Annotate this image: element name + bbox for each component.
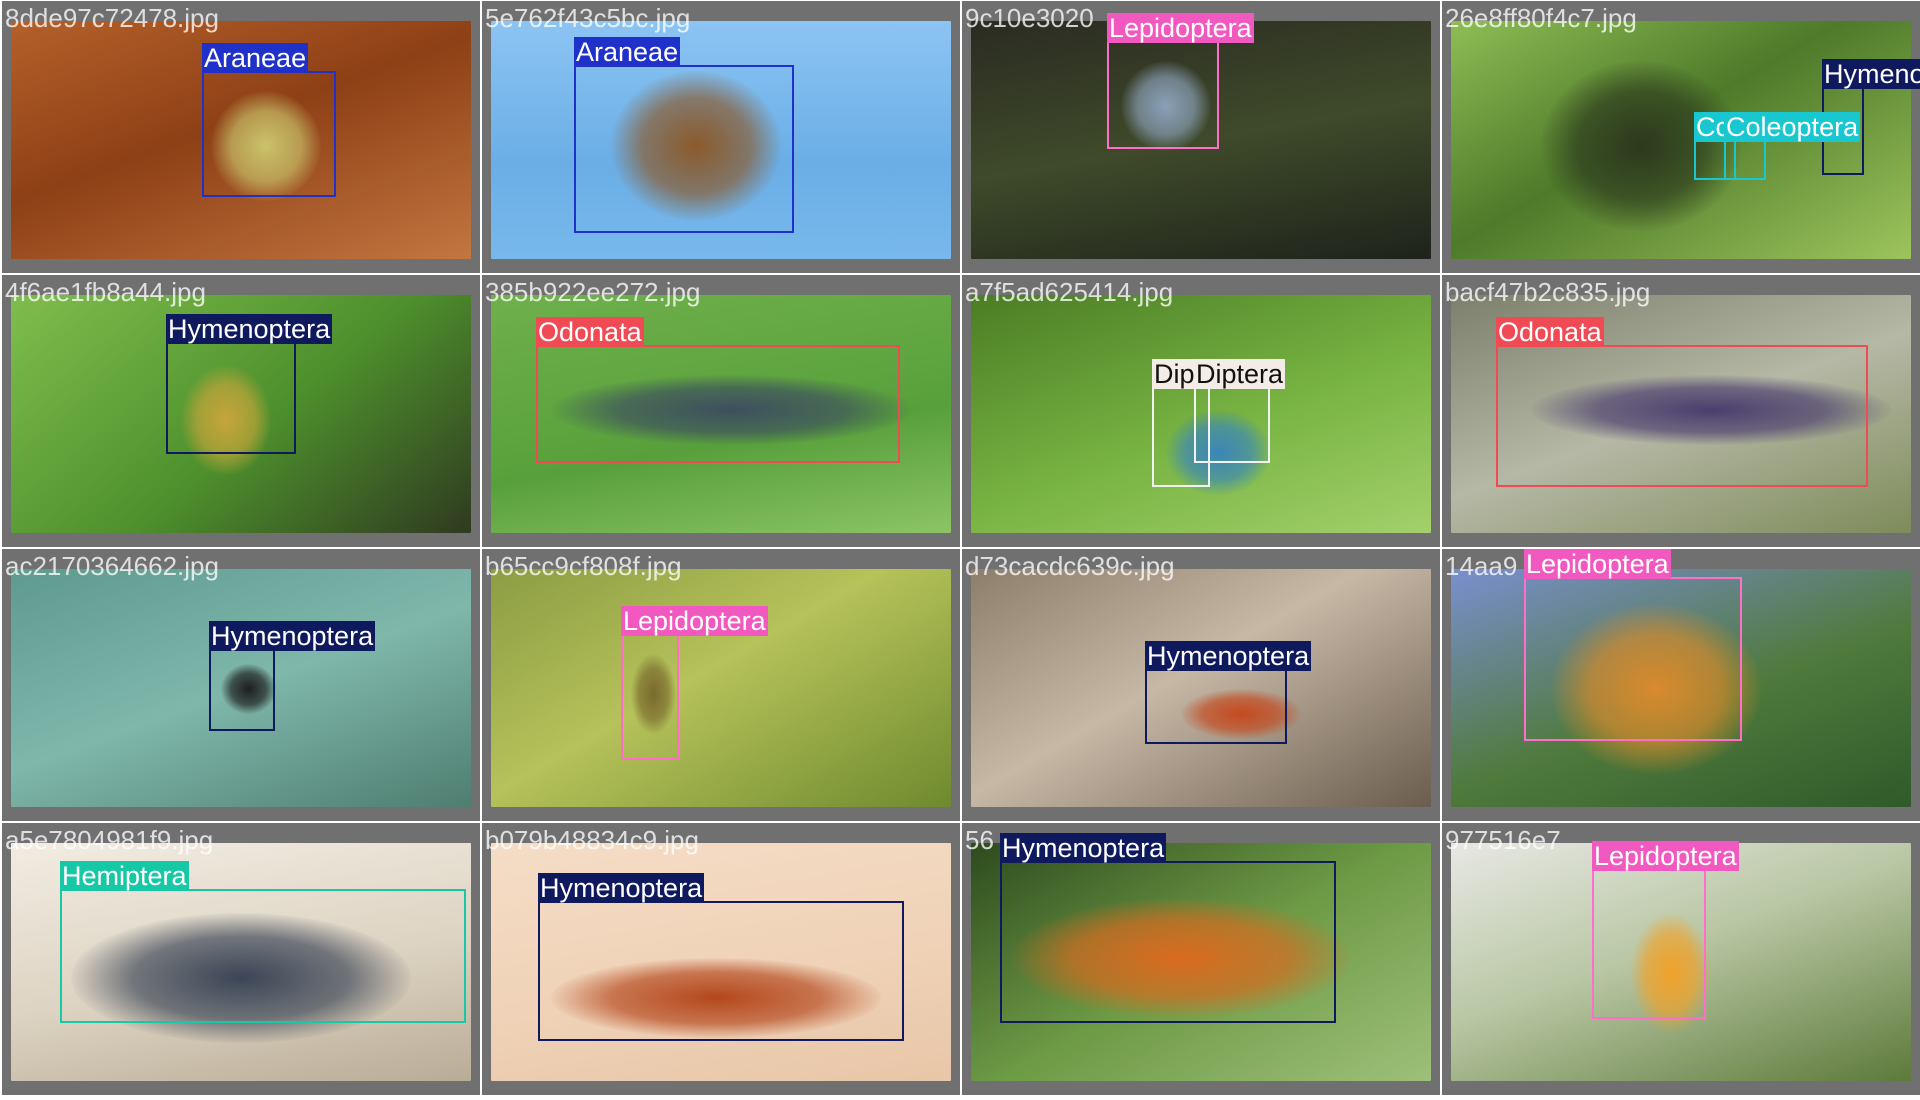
filename-label: a5e7804981f9.jpg	[5, 825, 214, 855]
class-label: Hymenoptera	[209, 621, 376, 651]
bounding-box: Hymenoptera	[209, 621, 376, 731]
filename-label: d73cacdc639c.jpg	[965, 551, 1175, 581]
class-label: Hemiptera	[60, 861, 189, 891]
image-tile[interactable]: a5e7804981f9.jpg Hemiptera	[2, 823, 480, 1095]
bounding-box: Odonata	[536, 317, 900, 463]
class-label: Hymenoptera	[1145, 641, 1312, 671]
filename-label: 4f6ae1fb8a44.jpg	[5, 277, 206, 307]
filename-label: b079b48834c9.jpg	[485, 825, 699, 855]
image-tile[interactable]: b079b48834c9.jpg Hymenoptera	[482, 823, 960, 1095]
bounding-box: Odonata	[1496, 317, 1868, 487]
image-tile[interactable]: a7f5ad625414.jpg Dip Diptera	[962, 275, 1440, 547]
filename-label: a7f5ad625414.jpg	[965, 277, 1174, 307]
image-tile[interactable]: 56 Hymenoptera	[962, 823, 1440, 1095]
class-label: Lepidoptera	[621, 606, 768, 636]
detection-grid: 8dde97c72478.jpg Araneae 5e762f43c5bc.jpg A…	[0, 0, 1920, 1100]
bounding-box: Araneae	[202, 43, 336, 197]
filename-label: 26e8ff80f4c7.jpg	[1445, 3, 1637, 33]
class-label: Araneae	[574, 37, 681, 67]
filename-label: 8dde97c72478.jpg	[5, 3, 219, 33]
filename-label: b65cc9cf808f.jpg	[485, 551, 682, 581]
image-tile[interactable]: d73cacdc639c.jpg Hymenoptera	[962, 549, 1440, 821]
image-tile[interactable]: 385b922ee272.jpg Odonata	[482, 275, 960, 547]
filename-label: 977516e7	[1445, 825, 1561, 855]
class-label: Diptera	[1194, 359, 1286, 389]
image-tile[interactable]: 14aa9 Lepidoptera	[1442, 549, 1920, 821]
class-label: Odonata	[536, 317, 644, 347]
class-label: Hymenoptera	[538, 873, 705, 903]
image-tile[interactable]: 26e8ff80f4c7.jpgHymenopteraCcColeoptera	[1442, 1, 1920, 273]
class-label: Hymenoptera	[1822, 59, 1920, 89]
bounding-box: Lepidoptera	[621, 606, 768, 760]
bounding-box: Hymenoptera	[538, 873, 904, 1041]
class-label: Lepidoptera	[1524, 549, 1671, 579]
photo	[491, 569, 951, 807]
class-label: Hymenoptera	[166, 314, 333, 344]
filename-label: 5e762f43c5bc.jpg	[485, 3, 691, 33]
class-label: Hymenoptera	[1000, 833, 1167, 863]
bounding-box: Hymenoptera	[1145, 641, 1312, 744]
filename-label: 9c10e3020	[965, 3, 1094, 33]
bounding-box: Diptera	[1194, 359, 1286, 463]
image-tile[interactable]: 8dde97c72478.jpg Araneae	[2, 1, 480, 273]
class-label: Dip	[1152, 359, 1197, 389]
class-label: Araneae	[202, 43, 309, 73]
bounding-box: Hymenoptera	[166, 314, 333, 454]
image-tile[interactable]: 5e762f43c5bc.jpg Araneae	[482, 1, 960, 273]
image-tile[interactable]: 977516e7 Lepidoptera	[1442, 823, 1920, 1095]
filename-label: ac2170364662.jpg	[5, 551, 219, 581]
bounding-box: Hemiptera	[60, 861, 466, 1023]
image-tile[interactable]: 9c10e3020 Lepidoptera	[962, 1, 1440, 273]
filename-label: 14aa9	[1445, 551, 1518, 581]
bounding-box: Hymenoptera	[1000, 833, 1336, 1023]
class-label: Lepidoptera	[1592, 841, 1739, 871]
bounding-box: Lepidoptera	[1592, 841, 1739, 1019]
image-tile[interactable]: b65cc9cf808f.jpg Lepidoptera	[482, 549, 960, 821]
image-tile[interactable]: ac2170364662.jpg Hymenoptera	[2, 549, 480, 821]
image-tile[interactable]: bacf47b2c835.jpg Odonata	[1442, 275, 1920, 547]
image-tile[interactable]: 4f6ae1fb8a44.jpg Hymenoptera	[2, 275, 480, 547]
filename-label: bacf47b2c835.jpg	[1445, 277, 1651, 307]
class-label: Odonata	[1496, 317, 1604, 347]
bounding-box: Coleoptera	[1724, 112, 1861, 180]
class-label: Lepidoptera	[1107, 13, 1254, 43]
bounding-box: Lepidoptera	[1107, 13, 1254, 149]
filename-label: 385b922ee272.jpg	[485, 277, 701, 307]
filename-label: 56	[965, 825, 994, 855]
bounding-box: Araneae	[574, 37, 794, 233]
bounding-box: Lepidoptera	[1524, 549, 1742, 741]
class-label: Coleoptera	[1724, 112, 1861, 142]
